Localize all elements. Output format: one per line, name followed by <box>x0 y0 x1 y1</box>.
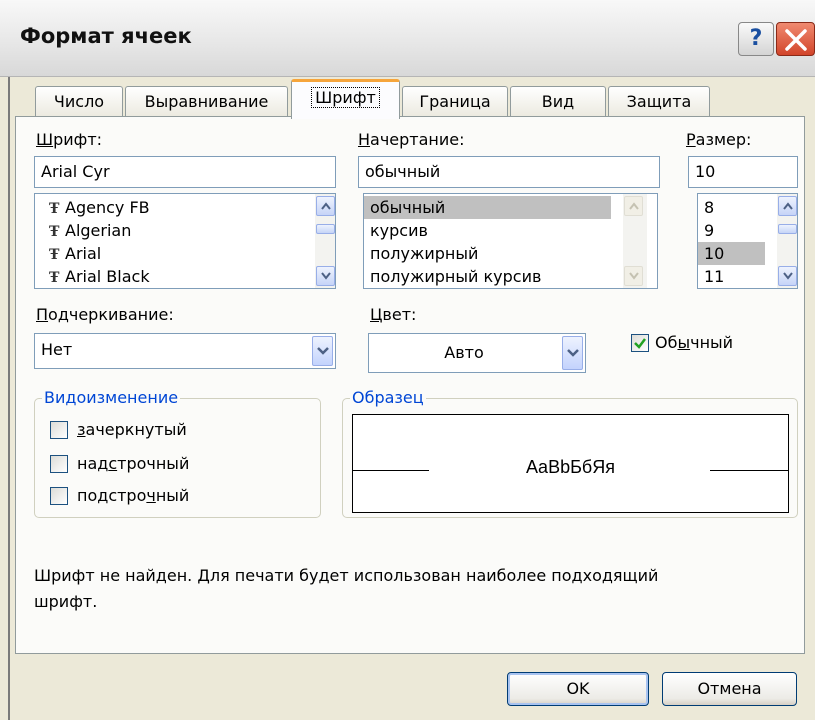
close-button[interactable] <box>776 22 815 56</box>
style-list-scrollbar <box>623 194 647 288</box>
tab-protection-label: Защита <box>626 92 692 111</box>
tab-font-label: Шрифт <box>311 87 380 108</box>
window-title: Формат ячеек <box>20 24 192 48</box>
superscript-label: надстрочный <box>77 454 190 473</box>
tab-font[interactable]: Шрифт <box>291 79 400 119</box>
title-bar: Формат ячеек ? <box>0 0 815 77</box>
scroll-thumb[interactable] <box>316 224 335 234</box>
style-list-item[interactable]: полужирный курсив <box>364 265 657 288</box>
scroll-up-button[interactable] <box>778 196 797 216</box>
arrow-up-icon <box>321 202 331 210</box>
truetype-font-icon: Ŧ <box>49 201 60 217</box>
strikethrough-checkbox[interactable] <box>50 421 68 439</box>
scroll-down-button[interactable] <box>778 266 797 286</box>
color-dropdown[interactable]: Авто <box>368 333 586 373</box>
font-list[interactable]: Ŧ Agency FB Ŧ Algerian Ŧ Arial Ŧ Arial Black <box>34 193 336 289</box>
underline-value: Нет <box>41 340 73 359</box>
scroll-down-button <box>624 266 643 286</box>
scroll-thumb[interactable] <box>778 224 797 234</box>
effects-legend: Видоизменение <box>42 388 181 407</box>
subscript-checkbox[interactable] <box>50 487 68 505</box>
superscript-checkbox[interactable] <box>50 455 68 473</box>
dropdown-button[interactable] <box>562 336 583 370</box>
size-list[interactable]: 8 9 10 11 <box>697 193 798 289</box>
size-input[interactable]: 10 <box>688 156 798 188</box>
truetype-font-icon: Ŧ <box>49 224 60 240</box>
font-list-item[interactable]: Ŧ Algerian <box>35 219 335 242</box>
font-list-scrollbar[interactable] <box>315 194 335 288</box>
font-label: Шрифт: <box>36 130 103 149</box>
help-icon: ? <box>749 26 763 51</box>
size-label: Размер: <box>686 130 752 149</box>
arrow-down-icon <box>629 272 639 280</box>
close-icon <box>785 29 807 51</box>
chevron-down-icon <box>317 347 329 355</box>
font-name-input[interactable]: Arial Cyr <box>34 156 336 188</box>
normal-font-checkbox[interactable] <box>631 334 649 352</box>
arrow-down-icon <box>321 272 331 280</box>
font-list-item[interactable]: Ŧ Arial <box>35 242 335 265</box>
arrow-up-icon <box>629 202 639 210</box>
color-label: Цвет: <box>370 305 417 324</box>
style-input[interactable]: обычный <box>358 156 660 188</box>
underline-dropdown[interactable]: Нет <box>34 333 336 369</box>
dialog-left-border <box>8 77 10 720</box>
chevron-down-icon <box>567 349 579 357</box>
strikethrough-label: зачеркнутый <box>77 420 187 439</box>
style-list[interactable]: обычный курсив полужирный полужирный кур… <box>363 193 658 289</box>
tab-alignment-label: Выравнивание <box>144 92 269 111</box>
style-list-item[interactable]: полужирный <box>364 242 657 265</box>
tab-protection[interactable]: Защита <box>608 86 710 116</box>
size-list-scrollbar[interactable] <box>777 194 797 288</box>
tab-alignment[interactable]: Выравнивание <box>125 86 288 116</box>
dropdown-button[interactable] <box>312 336 333 366</box>
arrow-up-icon <box>783 202 793 210</box>
tab-fill[interactable]: Вид <box>510 86 606 116</box>
font-not-found-message-line1: Шрифт не найден. Для печати будет исполь… <box>34 566 659 585</box>
truetype-font-icon: Ŧ <box>49 247 60 263</box>
cancel-button[interactable]: Отмена <box>662 672 797 706</box>
tab-number-label: Число <box>53 92 105 111</box>
help-button[interactable]: ? <box>738 22 774 56</box>
scroll-down-button[interactable] <box>316 266 335 286</box>
normal-font-label: Обычный <box>655 333 734 352</box>
preview-box: AaBbБбЯя <box>352 414 789 513</box>
style-label: Начертание: <box>358 130 465 149</box>
underline-label: Подчеркивание: <box>36 305 174 324</box>
style-list-item[interactable]: курсив <box>364 219 657 242</box>
truetype-font-icon: Ŧ <box>49 270 60 286</box>
tab-fill-label: Вид <box>541 92 575 111</box>
preview-legend: Образец <box>350 388 426 407</box>
tab-number[interactable]: Число <box>35 86 123 116</box>
style-list-item[interactable]: обычный <box>364 196 611 219</box>
ok-button[interactable]: OK <box>507 672 649 706</box>
font-not-found-message-line2: шрифт. <box>34 592 98 611</box>
checkmark-icon <box>634 338 646 349</box>
preview-sample-text: AaBbБбЯя <box>526 457 615 477</box>
arrow-down-icon <box>783 272 793 280</box>
color-value: Авто <box>444 343 484 362</box>
subscript-label: подстрочный <box>77 486 190 505</box>
font-list-item[interactable]: Ŧ Agency FB <box>35 196 335 219</box>
scroll-up-button[interactable] <box>316 196 335 216</box>
size-list-item[interactable]: 10 <box>698 242 765 265</box>
scroll-up-button <box>624 196 643 216</box>
font-list-item[interactable]: Ŧ Arial Black <box>35 265 335 288</box>
tab-border[interactable]: Граница <box>402 86 508 116</box>
tab-border-label: Граница <box>419 92 491 111</box>
